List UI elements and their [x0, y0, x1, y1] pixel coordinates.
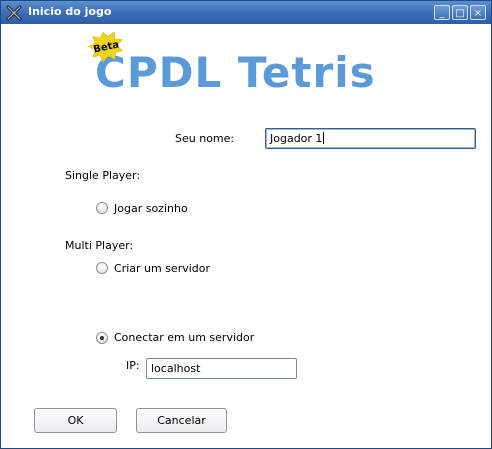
minimize-icon: _ — [439, 8, 445, 19]
connect-server-radio[interactable] — [96, 332, 108, 344]
name-label: Seu nome: — [175, 132, 235, 145]
maximize-button[interactable]: □ — [452, 5, 468, 20]
title-bar[interactable]: Inicio do jogo _ □ × — [1, 1, 491, 24]
ip-label: IP: — [126, 359, 140, 372]
create-server-radio[interactable] — [96, 262, 108, 274]
multi-player-label: Multi Player: — [65, 239, 134, 252]
single-player-label: Single Player: — [65, 169, 141, 182]
window-title: Inicio do jogo — [28, 5, 112, 18]
close-button[interactable]: × — [470, 5, 486, 20]
minimize-button[interactable]: _ — [434, 5, 450, 20]
cancel-button[interactable]: Cancelar — [136, 408, 227, 433]
cpdl-tetris-logo: CPDL Tetris Beta — [88, 31, 376, 97]
ip-input[interactable]: localhost — [146, 358, 297, 379]
radio-selected-dot — [100, 336, 104, 340]
play-alone-label[interactable]: Jogar sozinho — [114, 202, 188, 215]
name-input[interactable]: Jogador 1 — [265, 128, 476, 149]
text-caret — [323, 132, 325, 144]
create-server-label[interactable]: Criar um servidor — [114, 262, 210, 275]
logo-text: CPDL Tetris — [95, 48, 376, 97]
play-alone-radio[interactable] — [96, 202, 108, 214]
maximize-icon: □ — [455, 8, 465, 19]
ok-button[interactable]: OK — [34, 408, 117, 433]
app-x-icon — [6, 5, 22, 21]
connect-server-label[interactable]: Conectar em um servidor — [114, 331, 254, 344]
close-icon: × — [473, 8, 483, 19]
ip-input-value: localhost — [151, 362, 201, 375]
name-input-value: Jogador 1 — [270, 132, 323, 145]
game-start-dialog: Inicio do jogo _ □ × CPDL Tetris Beta Se… — [0, 0, 492, 449]
